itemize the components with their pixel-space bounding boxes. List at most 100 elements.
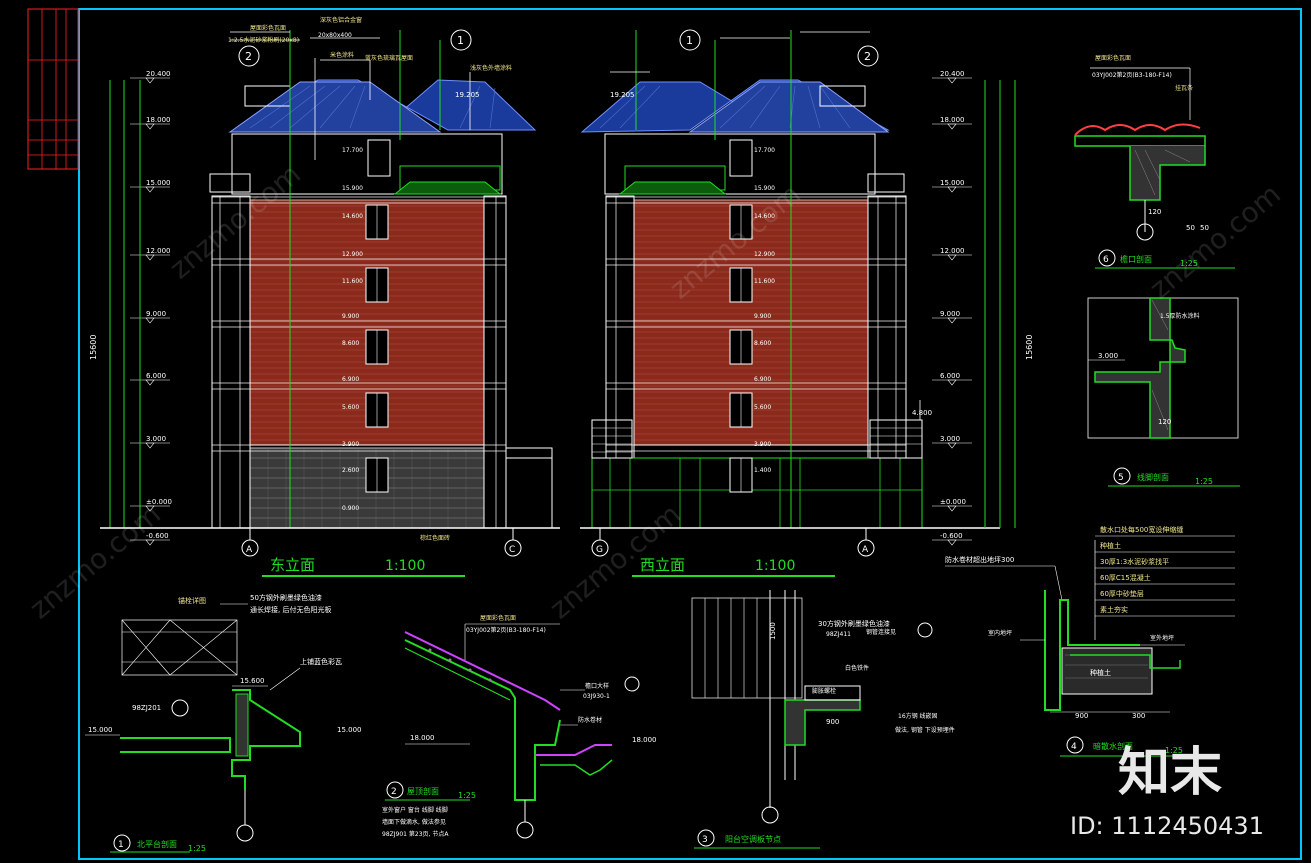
floor-elevation-label: 3.900 [754, 441, 771, 448]
east-note-6: 浅灰色外墙涂料 [470, 64, 512, 72]
east-scale: 1:100 [385, 558, 425, 574]
svg-text:120: 120 [1158, 418, 1171, 426]
svg-text:阳台空调板节点: 阳台空调板节点 [725, 834, 781, 844]
svg-text:线脚剖面: 线脚剖面 [1137, 472, 1169, 482]
image-id-label: ID: 1112450431 [1070, 812, 1264, 840]
svg-text:98ZJ411: 98ZJ411 [826, 631, 851, 638]
svg-text:50方钢外刷墨绿色油漆: 50方钢外刷墨绿色油漆 [250, 593, 322, 602]
level-label: -0.600 [940, 532, 963, 540]
floor-elevation-label: 12.900 [754, 251, 775, 258]
svg-text:50: 50 [1186, 224, 1195, 232]
svg-text:2: 2 [245, 50, 252, 63]
level-label: 18.000 [146, 116, 171, 124]
floor-elevation-label: 8.600 [754, 340, 771, 347]
svg-text:防水卷材: 防水卷材 [578, 716, 602, 724]
drainage-note: 素土夯实 [1100, 605, 1128, 614]
east-title: 东立面 [270, 556, 315, 574]
svg-text:03YJ002第2页(B3-180-F14): 03YJ002第2页(B3-180-F14) [466, 626, 546, 634]
cad-drawing-canvas: 20.400 18.000 15.000 12.000 9.000 6.000 3.000 ±… [0, 0, 1311, 863]
floor-elevation-label: 1.400 [754, 467, 771, 474]
svg-text:3: 3 [702, 835, 708, 845]
svg-text:上铺蓝色彩瓦: 上铺蓝色彩瓦 [300, 657, 342, 666]
west-callout-right: 4.800 [912, 409, 932, 417]
west-scale: 1:100 [755, 558, 795, 574]
east-note-5: 蓝灰色琉璃瓦屋面 [365, 54, 413, 62]
west-axis-right: A [862, 545, 869, 555]
east-note-7: 棕红色面砖 [420, 534, 450, 542]
svg-text:檐口大样: 檐口大样 [585, 682, 609, 690]
svg-text:1:25: 1:25 [188, 844, 206, 853]
svg-text:室外地坪: 室外地坪 [1150, 634, 1174, 642]
west-callout-left: 19.205 [610, 91, 635, 99]
svg-text:2: 2 [391, 787, 397, 797]
east-callout-right: 19.205 [455, 91, 480, 99]
level-label: 3.000 [940, 435, 960, 443]
floor-elevation-label: 5.600 [342, 404, 359, 411]
floor-elevation-label: 14.600 [342, 213, 363, 220]
level-label: 15.000 [146, 179, 171, 187]
floor-elevation-label: 8.600 [342, 340, 359, 347]
level-label: 6.000 [940, 372, 960, 380]
svg-text:120: 120 [1148, 208, 1161, 216]
svg-text:98ZJ901 第23页, 节点A: 98ZJ901 第23页, 节点A [382, 830, 449, 838]
floor-elevation-label: 9.900 [754, 313, 771, 320]
east-note-1: 1:2.5水泥砂浆粉刷(20x8) [228, 36, 299, 44]
floor-elevation-label: 17.700 [754, 147, 775, 154]
svg-text:防水卷材超出地坪300: 防水卷材超出地坪300 [945, 555, 1014, 564]
svg-text:6: 6 [1103, 255, 1109, 265]
floor-elevation-label: 12.900 [342, 251, 363, 258]
level-label: 6.000 [146, 372, 166, 380]
floor-elevation-label: 3.900 [342, 441, 359, 448]
floor-elevation-label: 2.600 [342, 467, 359, 474]
floor-elevation-label: 6.900 [342, 376, 359, 383]
east-note-2: 20x80x400 [318, 32, 352, 39]
svg-text:屋面彩色瓦面: 屋面彩色瓦面 [480, 614, 516, 622]
svg-text:300: 300 [1132, 712, 1145, 720]
svg-text:3.000: 3.000 [1098, 352, 1118, 360]
level-label: ±0.000 [940, 498, 966, 506]
svg-text:通长焊接, 后付无色阳光板: 通长焊接, 后付无色阳光板 [250, 605, 331, 614]
svg-text:室外窗户 窗台 线脚 线脚: 室外窗户 窗台 线脚 线脚 [382, 806, 448, 814]
svg-text:1:25: 1:25 [458, 791, 476, 800]
floor-elevation-label: 5.600 [754, 404, 771, 411]
svg-text:03J930-1: 03J930-1 [583, 693, 610, 700]
west-title: 西立面 [640, 556, 685, 574]
east-note-3: 深灰色铝合金窗 [320, 16, 362, 24]
floor-elevation-label: 11.600 [754, 278, 775, 285]
floor-elevation-label: 15.900 [342, 185, 363, 192]
svg-text:15.000: 15.000 [88, 726, 113, 734]
svg-text:5: 5 [1118, 473, 1124, 483]
svg-text:1:25: 1:25 [1195, 477, 1213, 486]
svg-text:1500: 1500 [769, 622, 777, 640]
level-label: 12.000 [940, 247, 965, 255]
svg-text:1: 1 [457, 34, 464, 47]
svg-text:北平台剖面: 北平台剖面 [137, 839, 177, 849]
svg-text:墙面下做滴水, 做法参见: 墙面下做滴水, 做法参见 [382, 818, 446, 826]
east-note-0: 屋面彩色瓦面 [250, 24, 286, 32]
svg-text:03YJ002第2页(B3-180-F14): 03YJ002第2页(B3-180-F14) [1092, 71, 1172, 79]
svg-text:18.000: 18.000 [632, 736, 657, 744]
svg-text:15.600: 15.600 [240, 677, 265, 685]
svg-text:檐口剖面: 檐口剖面 [1120, 254, 1152, 264]
svg-text:16方钢 线嵌固: 16方钢 线嵌固 [898, 712, 938, 720]
level-label: 3.000 [146, 435, 166, 443]
drainage-note: 种植土 [1100, 541, 1121, 550]
drainage-note: 60厚C15混凝土 [1100, 573, 1151, 582]
svg-text:做法, 钢管 下设预埋件: 做法, 钢管 下设预埋件 [895, 726, 955, 734]
svg-text:18.000: 18.000 [410, 734, 435, 742]
svg-text:屋顶剖面: 屋顶剖面 [407, 786, 439, 796]
floor-elevation-label: 0.900 [342, 505, 359, 512]
svg-text:15.000: 15.000 [337, 726, 362, 734]
level-label: 12.000 [146, 247, 171, 255]
level-label: 15.000 [940, 179, 965, 187]
east-axis-left: A [246, 545, 253, 555]
east-note-4: 米色涂料 [330, 51, 354, 59]
drainage-note: 30厚1:3水泥砂浆找平 [1100, 557, 1169, 566]
svg-text:98ZJ201: 98ZJ201 [132, 704, 161, 712]
floor-elevation-label: 6.900 [754, 376, 771, 383]
svg-text:白色铁件: 白色铁件 [845, 664, 869, 672]
west-total-dim: 15600 [1025, 335, 1034, 360]
svg-text:膨胀螺栓: 膨胀螺栓 [812, 687, 836, 695]
svg-text:2: 2 [864, 50, 871, 63]
level-label: 20.400 [146, 70, 171, 78]
